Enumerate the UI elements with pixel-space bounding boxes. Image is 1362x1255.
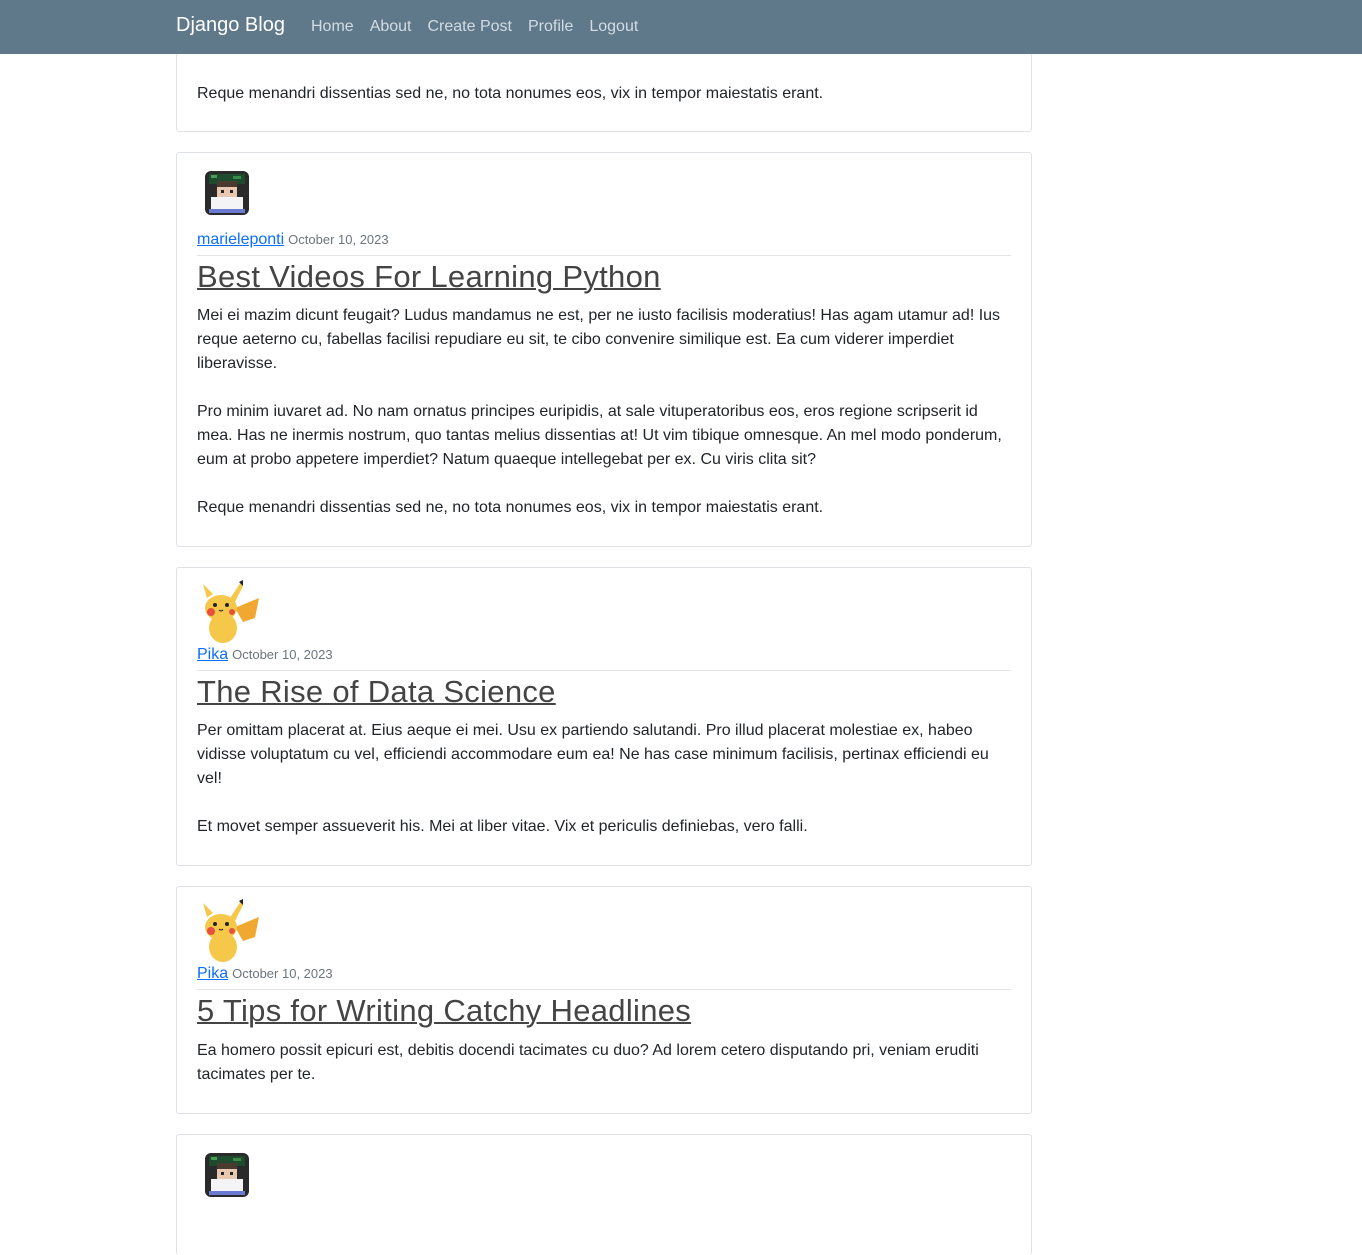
post-content: Ea homero possit epicuri est, debitis do…: [197, 1039, 1011, 1111]
author-link[interactable]: Pika: [197, 965, 228, 982]
post-paragraph: Mei ei mazim dicunt feugait? Ludus manda…: [197, 307, 1001, 372]
pixel-person-avatar-icon: [203, 1151, 251, 1199]
post-paragraph: Per omittam placerat at. Eius aeque ei m…: [197, 722, 989, 787]
navbar: Django Blog Home About Create Post Profi…: [0, 0, 1362, 54]
post-content: Mei ei mazim dicunt feugait? Ludus manda…: [197, 304, 1011, 544]
post-date: October 10, 2023: [232, 647, 333, 662]
post-card: marieleponti October 10, 2023 Best Videos…: [176, 152, 1032, 547]
author-link[interactable]: marieleponti: [197, 231, 284, 248]
nav-logout-link[interactable]: Logout: [581, 17, 646, 36]
nav-links: Home About Create Post Profile Logout: [303, 17, 646, 36]
nav-home-link[interactable]: Home: [303, 17, 362, 36]
pixel-person-avatar-icon: [203, 169, 251, 217]
nav-profile-link[interactable]: Profile: [520, 17, 581, 36]
post-meta: Pika October 10, 2023: [197, 965, 1011, 990]
pikachu-avatar-icon: [199, 897, 263, 963]
post-card: [176, 1134, 1032, 1255]
post-date: October 10, 2023: [288, 232, 389, 247]
post-paragraph: Reque menandri dissentias sed ne, no tot…: [197, 499, 824, 516]
post-card: Pika October 10, 2023 5 Tips for Writing …: [176, 886, 1032, 1114]
post-paragraph: Ea homero possit epicuri est, debitis do…: [197, 1042, 979, 1083]
post-meta: Pika October 10, 2023: [197, 646, 1011, 671]
author-link[interactable]: Pika: [197, 646, 228, 663]
pikachu-avatar-icon: [199, 578, 263, 644]
post-title-link[interactable]: Best Videos For Learning Python: [197, 259, 661, 295]
nav-about-link[interactable]: About: [362, 17, 420, 36]
post-card: Pika October 10, 2023 The Rise of Data Sc…: [176, 567, 1032, 866]
post-meta: marieleponti October 10, 2023: [197, 231, 1011, 256]
post-title-link[interactable]: The Rise of Data Science: [197, 674, 556, 710]
post-paragraph: Pro minim iuvaret ad. No nam ornatus pri…: [197, 403, 1002, 468]
post-title-link[interactable]: 5 Tips for Writing Catchy Headlines: [197, 993, 691, 1029]
post-paragraph: Et movet semper assueverit his. Mei at l…: [197, 818, 808, 835]
nav-create-post-link[interactable]: Create Post: [420, 17, 520, 36]
post-content: Per omittam placerat at. Eius aeque ei m…: [197, 719, 1011, 863]
post-paragraph: Reque menandri dissentias sed ne, no tot…: [197, 85, 824, 102]
brand-link[interactable]: Django Blog: [176, 14, 285, 37]
post-date: October 10, 2023: [232, 966, 333, 981]
